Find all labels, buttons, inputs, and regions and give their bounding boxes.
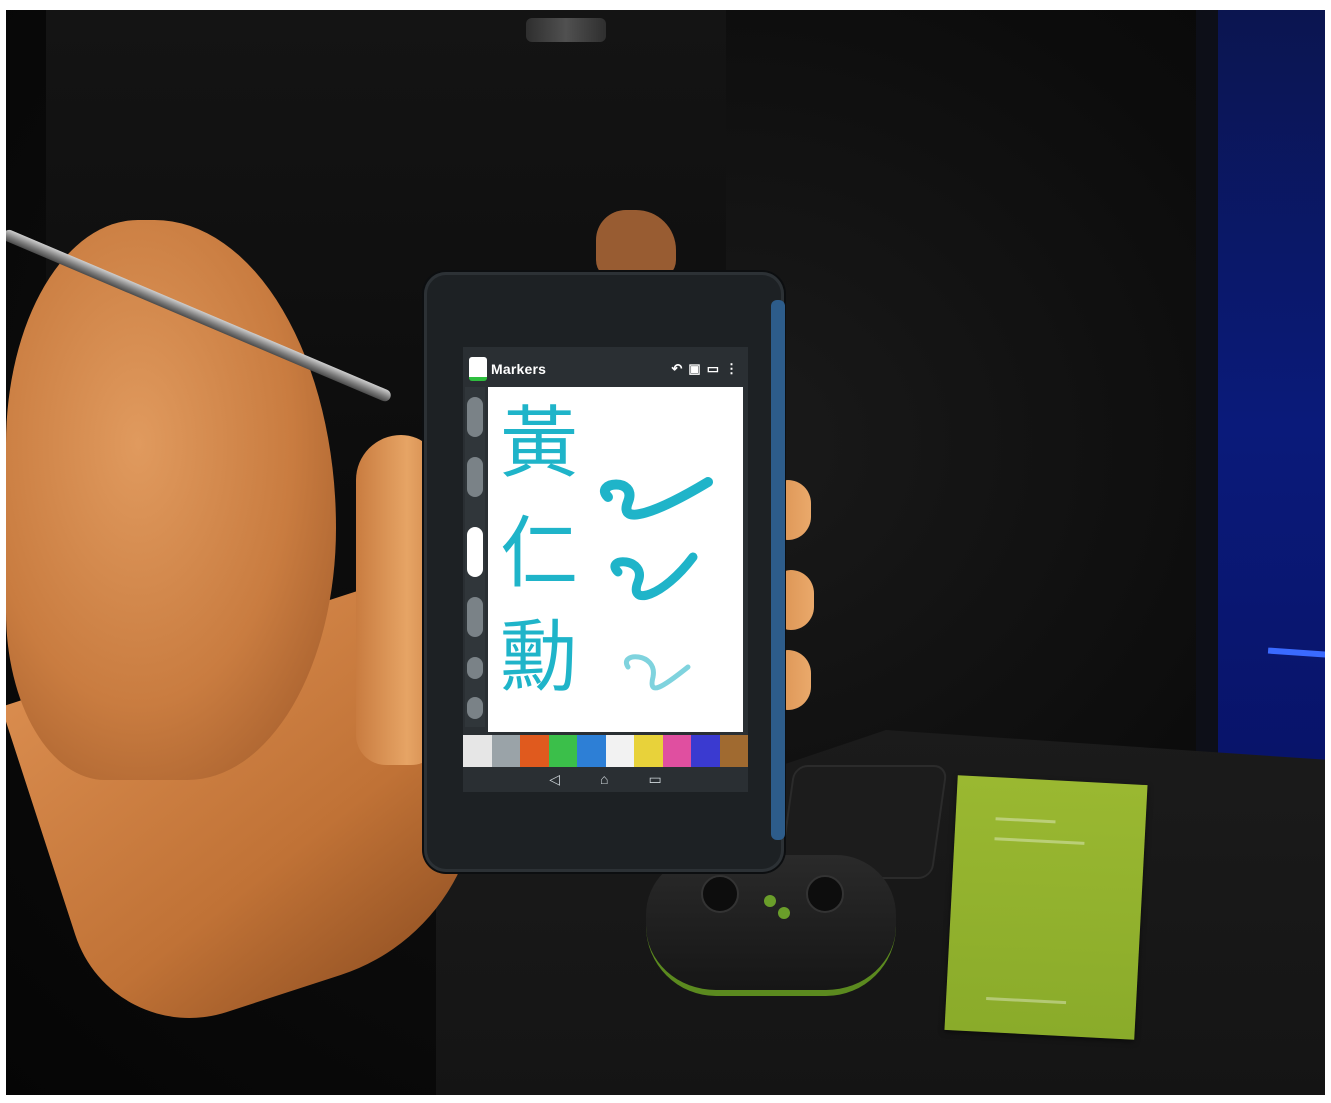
recent-apps-icon[interactable]: ▭ (649, 771, 662, 791)
markers-app-icon[interactable] (469, 357, 487, 381)
brush-tool-2[interactable] (467, 457, 483, 497)
color-swatch[interactable] (548, 735, 577, 767)
ink-strokes (600, 477, 713, 691)
color-swatch[interactable] (463, 735, 492, 767)
card-text-line (995, 817, 1056, 824)
color-swatch[interactable] (662, 735, 691, 767)
controller-button (778, 907, 790, 919)
game-controller (646, 855, 896, 996)
home-icon[interactable]: ⌂ (600, 771, 608, 791)
brush-tool-selected[interactable] (467, 527, 483, 577)
color-swatch[interactable] (719, 735, 748, 767)
action-bar: Markers ↶ ▣ ▭ ⋮ (463, 355, 748, 383)
right-stick (806, 875, 844, 913)
app-title: Markers (491, 361, 547, 377)
color-swatch[interactable] (605, 735, 634, 767)
tablet-edge (771, 300, 785, 840)
photo: Markers ↶ ▣ ▭ ⋮ 黃 仁 勳 ◁ ⌂ ▭ (6, 10, 1325, 1095)
tablet-screen: Markers ↶ ▣ ▭ ⋮ 黃 仁 勳 ◁ ⌂ ▭ (463, 347, 748, 792)
color-swatch[interactable] (691, 735, 720, 767)
color-palette (463, 735, 748, 767)
color-swatch[interactable] (491, 735, 520, 767)
card-logo-line (986, 996, 1067, 1005)
left-stick (701, 875, 739, 913)
layers-icon[interactable]: ▣ (688, 361, 700, 377)
color-swatch[interactable] (520, 735, 549, 767)
brush-toolbar (465, 387, 485, 727)
android-nav-bar: ◁ ⌂ ▭ (463, 771, 748, 791)
info-card (944, 775, 1148, 1040)
undo-icon[interactable]: ↶ (672, 361, 683, 377)
gallery-icon[interactable]: ▭ (707, 361, 719, 377)
controller-button (764, 895, 776, 907)
color-swatch[interactable] (634, 735, 663, 767)
monitor-screen (1218, 10, 1325, 840)
brush-tool-1[interactable] (467, 397, 483, 437)
brush-tool-4[interactable] (467, 597, 483, 637)
drawing-canvas[interactable]: 黃 仁 勳 (488, 387, 743, 732)
shirt-logo (526, 18, 606, 42)
brush-size-dot[interactable] (467, 657, 483, 679)
color-swatch[interactable] (577, 735, 606, 767)
back-icon[interactable]: ◁ (549, 771, 560, 791)
overflow-menu-icon[interactable]: ⋮ (725, 361, 738, 377)
brush-tool-6[interactable] (467, 697, 483, 719)
card-text-line (994, 837, 1085, 845)
background-arm (596, 210, 676, 280)
